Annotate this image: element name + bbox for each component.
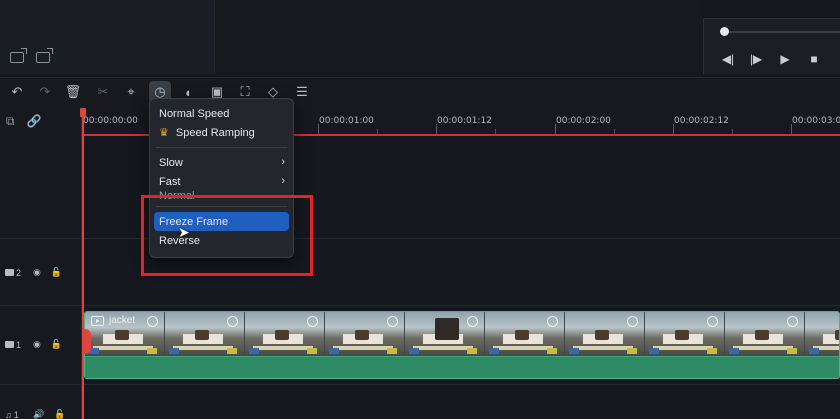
ruler-tick: [436, 124, 437, 134]
clip-type-icon: [91, 315, 104, 326]
track-controls: 2 ◉ 🔓: [5, 267, 62, 278]
time-label: 00:00:01:12: [437, 116, 492, 126]
ruler-tick: [377, 129, 378, 134]
eye-icon[interactable]: ◉: [33, 267, 41, 278]
delete-icon[interactable]: 🗑: [64, 83, 82, 101]
menu-item-label: Slow: [159, 156, 183, 169]
adjust-icon[interactable]: ☰: [293, 83, 311, 101]
crown-icon: ♛: [159, 127, 169, 139]
track-number-label: 2: [16, 267, 22, 278]
folder-icon[interactable]: [36, 48, 53, 63]
cut-icon[interactable]: ✂: [94, 83, 112, 101]
menu-item-label: Normal Speed: [159, 107, 230, 120]
step-back-icon[interactable]: ◀|: [719, 51, 737, 67]
ruler-tick: [732, 129, 733, 134]
clip-thumbnail: [805, 312, 839, 356]
playhead[interactable]: [82, 108, 84, 419]
play-icon[interactable]: ▶: [776, 51, 794, 67]
video-clip[interactable]: jacket: [84, 311, 840, 379]
track-number: 1: [5, 340, 23, 350]
track-controls: ♫ 1 🔊 🔓: [5, 409, 65, 419]
track-divider: [0, 305, 840, 306]
clip-audio-strip: [85, 356, 839, 378]
stop-icon[interactable]: ■: [805, 51, 823, 67]
player-scrub-track[interactable]: [722, 31, 840, 33]
menu-item-fast[interactable]: Fast ›: [150, 172, 293, 191]
ruler-tick: [791, 124, 792, 134]
eye-icon[interactable]: ◉: [33, 339, 41, 350]
clip-label: jacket: [91, 315, 135, 326]
link-icon[interactable]: 🔗: [27, 114, 42, 129]
crop-icon[interactable]: ⌖: [122, 83, 140, 101]
menu-item-speed-ramping[interactable]: ♛ Speed Ramping: [150, 123, 293, 142]
menu-item-normal-speed[interactable]: Normal Speed: [150, 104, 293, 123]
clip-thumbnail: [725, 312, 805, 356]
video-track-icon: [5, 341, 14, 348]
ruler-tick: [495, 129, 496, 134]
clip-thumbnail: [485, 312, 565, 356]
clip-thumbnail: [325, 312, 405, 356]
track-controls: 1 ◉ 🔓: [5, 339, 62, 350]
time-label: 00:00:00:00: [83, 116, 138, 126]
track-header-column: [0, 107, 82, 419]
menu-item-slow[interactable]: Slow ›: [150, 153, 293, 172]
media-library-panel: [0, 0, 215, 74]
player-scrub-handle[interactable]: [720, 27, 729, 36]
lock-icon[interactable]: 🔓: [54, 409, 65, 419]
chevron-right-icon: ›: [281, 175, 285, 187]
time-label: 00:00:01:00: [319, 116, 374, 126]
clip-thumbnail: [245, 312, 325, 356]
volume-icon[interactable]: 🔊: [33, 409, 44, 419]
ruler-tick: [673, 124, 674, 134]
time-label: 00:00:02:12: [674, 116, 729, 126]
add-folder-icon[interactable]: [10, 48, 27, 63]
undo-icon[interactable]: ↶: [8, 83, 26, 101]
step-forward-icon[interactable]: |▶: [747, 51, 765, 67]
track-number: ♫ 1: [5, 410, 23, 419]
media-panel: [216, 0, 700, 74]
editor-window: ◀| |▶ ▶ ■ ↶ ↷ 🗑 ✂ ⌖ ◷ ◐ ▣ ⛶ ◇ ☰ ⧉ 🔗 00:0…: [0, 0, 840, 419]
lock-icon[interactable]: 🔓: [51, 267, 62, 278]
clip-thumbnail: [165, 312, 245, 356]
clip-thumbnails: [85, 312, 839, 356]
ruler-tick: [555, 124, 556, 134]
music-icon: ♫: [5, 409, 12, 419]
ruler-tick: [614, 129, 615, 134]
track-number-label: 1: [16, 339, 22, 350]
track-number: 2: [5, 268, 23, 278]
ruler-tick: [318, 124, 319, 134]
track-number-label: 1: [13, 409, 19, 419]
playhead-handle[interactable]: [80, 108, 86, 117]
clip-thumbnail: [405, 312, 485, 356]
time-label: 00:00:03:0: [792, 116, 840, 126]
menu-item-label: Speed Ramping: [175, 126, 255, 139]
clip-name: jacket: [109, 315, 136, 326]
highlight-annotation: [141, 195, 313, 276]
menu-separator: [156, 147, 287, 148]
video-track-icon: [5, 269, 14, 276]
menu-item-label: Fast: [159, 175, 181, 188]
chevron-right-icon: ›: [281, 156, 285, 168]
clip-thumbnail: [565, 312, 645, 356]
redo-icon[interactable]: ↷: [36, 83, 54, 101]
lock-icon[interactable]: 🔓: [51, 339, 62, 350]
add-track-icon[interactable]: ⧉: [6, 114, 15, 129]
track-divider: [0, 384, 840, 385]
time-label: 00:00:02:00: [556, 116, 611, 126]
clip-thumbnail: [645, 312, 725, 356]
track-divider: [0, 238, 840, 239]
